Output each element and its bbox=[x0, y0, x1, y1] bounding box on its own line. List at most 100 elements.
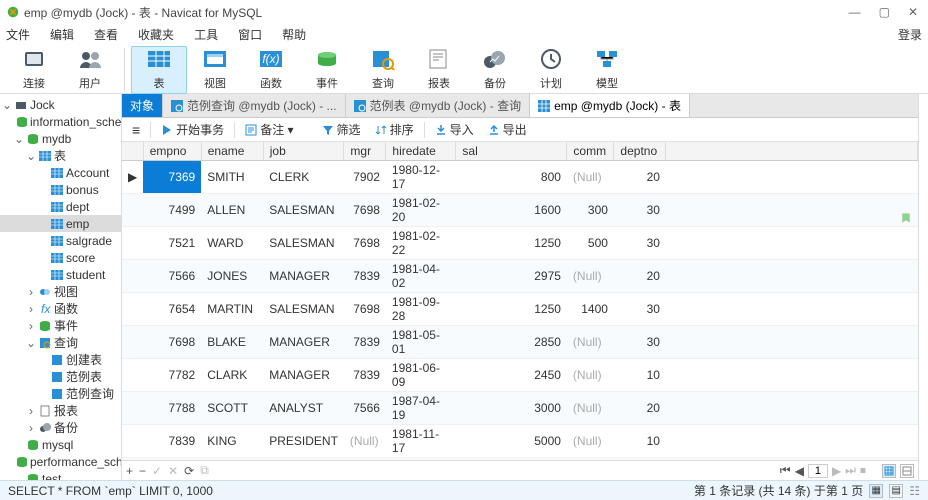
toolbar-func[interactable]: f(x)函数 bbox=[243, 46, 299, 94]
cell-sal[interactable]: 2975 bbox=[456, 260, 567, 293]
login-link[interactable]: 登录 bbox=[898, 26, 922, 43]
expand-icon[interactable]: › bbox=[26, 319, 36, 333]
cell-hiredate[interactable]: 1987-04-19 bbox=[386, 392, 456, 425]
expand-icon[interactable]: ⌄ bbox=[2, 98, 12, 112]
cell-ename[interactable]: KING bbox=[201, 425, 263, 458]
cell-empno[interactable]: 7521 bbox=[143, 227, 201, 260]
tree-table-score[interactable]: score bbox=[0, 249, 121, 266]
cell-deptno[interactable]: 10 bbox=[614, 425, 666, 458]
menu-窗口[interactable]: 窗口 bbox=[238, 26, 262, 43]
next-page-button[interactable]: ▶ bbox=[832, 464, 841, 478]
menu-工具[interactable]: 工具 bbox=[194, 26, 218, 43]
cell-hiredate[interactable]: 1981-11-17 bbox=[386, 425, 456, 458]
toolbar-user[interactable]: 用户 bbox=[62, 46, 118, 94]
col-hiredate[interactable]: hiredate bbox=[386, 142, 456, 161]
toolbar-schedule[interactable]: 计划 bbox=[523, 46, 579, 94]
cell-ename[interactable]: ALLEN bbox=[201, 194, 263, 227]
cell-job[interactable]: PRESIDENT bbox=[263, 425, 344, 458]
cell-comm[interactable]: 500 bbox=[567, 227, 614, 260]
expand-icon[interactable]: ⌄ bbox=[26, 149, 36, 163]
cell-deptno[interactable]: 30 bbox=[614, 326, 666, 359]
cell-comm[interactable]: (Null) bbox=[567, 359, 614, 392]
tree-tables[interactable]: ⌄表 bbox=[0, 147, 121, 164]
tree-q-范例查询[interactable]: 范例查询 bbox=[0, 385, 121, 402]
table-row[interactable]: 7698BLAKEMANAGER78391981-05-012850(Null)… bbox=[122, 326, 918, 359]
cell-mgr[interactable]: 7839 bbox=[344, 326, 386, 359]
cell-ename[interactable]: SMITH bbox=[201, 161, 263, 194]
cell-ename[interactable]: MARTIN bbox=[201, 293, 263, 326]
toolbar-query[interactable]: 查询 bbox=[355, 46, 411, 94]
menu-帮助[interactable]: 帮助 bbox=[282, 26, 306, 43]
col-ename[interactable]: ename bbox=[201, 142, 263, 161]
cell-job[interactable]: CLERK bbox=[263, 161, 344, 194]
menu-编辑[interactable]: 编辑 bbox=[50, 26, 74, 43]
col-comm[interactable]: comm bbox=[567, 142, 614, 161]
col-deptno[interactable]: deptno bbox=[614, 142, 666, 161]
grid-menu-button[interactable]: ≡ bbox=[126, 120, 146, 140]
cell-ename[interactable]: SCOTT bbox=[201, 392, 263, 425]
cell-deptno[interactable]: 30 bbox=[614, 293, 666, 326]
minimize-button[interactable]: — bbox=[849, 5, 861, 19]
toolbar-table[interactable]: 表 bbox=[131, 46, 187, 94]
begin-tx-button[interactable]: 开始事务 bbox=[155, 120, 230, 140]
tab-q2[interactable]: 范例表 @mydb (Jock) - 查询 bbox=[346, 94, 531, 117]
cell-job[interactable]: MANAGER bbox=[263, 326, 344, 359]
menu-文件[interactable]: 文件 bbox=[6, 26, 30, 43]
cell-deptno[interactable]: 30 bbox=[614, 194, 666, 227]
cell-sal[interactable]: 2850 bbox=[456, 326, 567, 359]
tree-conn[interactable]: ⌄Jock bbox=[0, 96, 121, 113]
menu-查看[interactable]: 查看 bbox=[94, 26, 118, 43]
page-input[interactable] bbox=[808, 464, 828, 478]
layout-c-button[interactable]: ☷ bbox=[909, 484, 920, 498]
table-row[interactable]: 7788SCOTTANALYST75661987-04-193000(Null)… bbox=[122, 392, 918, 425]
expand-icon[interactable]: › bbox=[26, 421, 36, 435]
expand-icon[interactable]: › bbox=[26, 404, 36, 418]
cell-sal[interactable]: 1600 bbox=[456, 194, 567, 227]
cell-job[interactable]: MANAGER bbox=[263, 260, 344, 293]
cell-empno[interactable]: 7839 bbox=[143, 425, 201, 458]
cell-hiredate[interactable]: 1981-09-28 bbox=[386, 293, 456, 326]
cell-empno[interactable]: 7698 bbox=[143, 326, 201, 359]
tab-q1[interactable]: 范例查询 @mydb (Jock) - ... bbox=[163, 94, 346, 117]
cell-job[interactable]: MANAGER bbox=[263, 359, 344, 392]
toolbar-report[interactable]: 报表 bbox=[411, 46, 467, 94]
maximize-button[interactable]: ▢ bbox=[879, 5, 890, 19]
table-row[interactable]: 7499ALLENSALESMAN76981981-02-20160030030 bbox=[122, 194, 918, 227]
layout-b-button[interactable]: ▤ bbox=[889, 484, 903, 498]
cell-sal[interactable]: 1250 bbox=[456, 227, 567, 260]
table-row[interactable]: ▶7369SMITHCLERK79021980-12-17800(Null)20 bbox=[122, 161, 918, 194]
col-sal[interactable]: sal bbox=[456, 142, 567, 161]
cancel-button[interactable]: ✕ bbox=[168, 464, 178, 478]
table-row[interactable]: 7839KINGPRESIDENT(Null)1981-11-175000(Nu… bbox=[122, 425, 918, 458]
tree-func[interactable]: ›fx函数 bbox=[0, 300, 121, 317]
cell-comm[interactable]: (Null) bbox=[567, 425, 614, 458]
last-page-button[interactable]: ⏭ bbox=[845, 463, 856, 478]
cell-hiredate[interactable]: 1981-06-09 bbox=[386, 359, 456, 392]
cell-ename[interactable]: JONES bbox=[201, 260, 263, 293]
menu-收藏夹[interactable]: 收藏夹 bbox=[138, 26, 174, 43]
data-grid[interactable]: empnoenamejobmgrhiredatesalcommdeptno▶73… bbox=[122, 142, 918, 460]
tree-table-Account[interactable]: Account bbox=[0, 164, 121, 181]
sort-button[interactable]: 排序 bbox=[369, 120, 420, 140]
tab-emp[interactable]: emp @mydb (Jock) - 表 bbox=[530, 94, 690, 117]
tree-db-mysql[interactable]: mysql bbox=[0, 436, 121, 453]
cell-mgr[interactable]: 7839 bbox=[344, 260, 386, 293]
view-grid-button[interactable] bbox=[882, 464, 896, 478]
col-empno[interactable]: empno bbox=[143, 142, 201, 161]
cell-sal[interactable]: 800 bbox=[456, 161, 567, 194]
cell-comm[interactable]: (Null) bbox=[567, 392, 614, 425]
cell-empno[interactable]: 7566 bbox=[143, 260, 201, 293]
tree-table-bonus[interactable]: bonus bbox=[0, 181, 121, 198]
cell-empno[interactable]: 7788 bbox=[143, 392, 201, 425]
cell-hiredate[interactable]: 1981-02-22 bbox=[386, 227, 456, 260]
cell-sal[interactable]: 3000 bbox=[456, 392, 567, 425]
tree-table-dept[interactable]: dept bbox=[0, 198, 121, 215]
layout-a-button[interactable]: ▦ bbox=[869, 484, 883, 498]
cell-mgr[interactable]: 7698 bbox=[344, 194, 386, 227]
cell-deptno[interactable]: 10 bbox=[614, 359, 666, 392]
cell-empno[interactable]: 7369 bbox=[143, 161, 201, 194]
tree-event[interactable]: ›事件 bbox=[0, 317, 121, 334]
toolbar-model[interactable]: 模型 bbox=[579, 46, 635, 94]
apply-button[interactable]: ✓ bbox=[152, 464, 162, 478]
tree-q-范例表[interactable]: 范例表 bbox=[0, 368, 121, 385]
